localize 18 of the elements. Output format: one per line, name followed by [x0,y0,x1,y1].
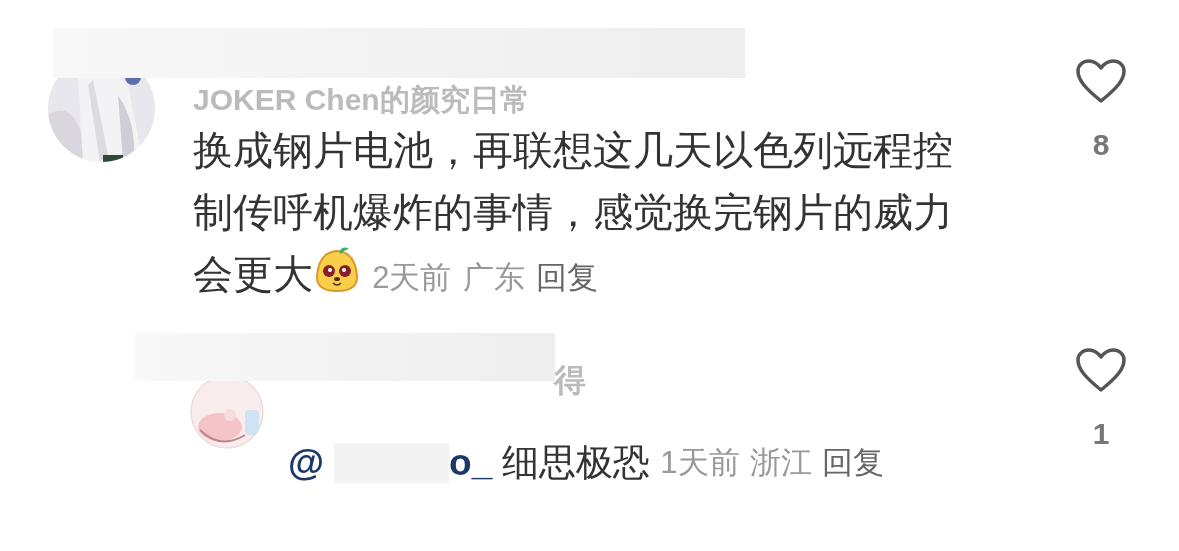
timestamp: 1天前 [660,443,740,482]
like-count: 1 [1091,416,1111,452]
username: 得 [552,361,586,399]
reply-text: 细思极恐 [502,441,651,485]
heart-icon[interactable] [1075,347,1127,393]
comment-text: 会更大 [193,252,313,296]
timestamp: 2天前 [372,260,452,295]
comment-text: 制传呼机爆炸的事情，感觉换完钢片的威力 [193,190,953,234]
reply-link[interactable]: 回复 [821,439,884,486]
comment-text: 换成钢片电池，再联想这几天以色列远程控 [193,128,953,172]
heart-icon[interactable] [1075,58,1127,104]
reply-link[interactable]: 回复 [535,260,598,295]
mention-text[interactable]: @ [288,435,325,491]
username: JOKER Chen的颜究日常 [193,82,531,118]
location-text: 广东 [462,260,525,295]
like-count: 8 [1091,127,1111,163]
location-text: 浙江 [749,443,812,482]
mention-text[interactable]: o_ [449,435,493,491]
